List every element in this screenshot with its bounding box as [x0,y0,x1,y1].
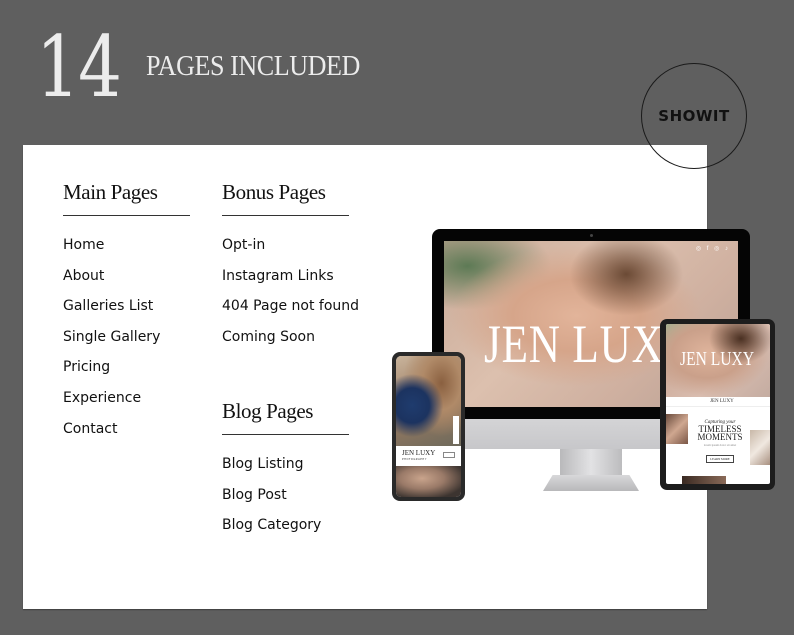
list-item: Pricing [63,359,111,376]
list-item: Galleries List [63,298,154,315]
tablet-mockup: JEN LUXY JEN LUXY Capturing your TIMELES… [660,319,775,490]
monitor-foot [543,475,639,491]
list-item: Coming Soon [222,328,315,345]
tablet-site-title: JEN LUXY [680,348,755,370]
page-count: 14 [36,18,122,116]
phone-logo: JEN LUXY [402,449,436,457]
blog-pages-column: Blog Pages Blog Listing Blog Post Blog C… [222,398,349,545]
tablet-caption-small: lorem ipsum dolor sit amet [703,443,737,447]
phone-hero-image [396,356,461,446]
blog-pages-heading: Blog Pages [222,398,349,435]
phone-menu-button [443,452,455,458]
tablet-logo: JEN LUXY [710,399,734,404]
phone-photo [396,466,461,497]
list-item: Instagram Links [222,267,334,284]
bonus-pages-heading: Bonus Pages [222,179,349,216]
bonus-pages-list: Opt-in Instagram Links 404 Page not foun… [222,234,359,356]
tablet-photo [666,414,688,444]
phone-screen: JEN LUXY PHOTOGRAPHY [396,356,461,497]
list-item: Blog Listing [222,456,304,472]
phone-logo-sub: PHOTOGRAPHY [402,458,427,461]
showit-badge: SHOWIT [641,63,747,169]
webcam-dot [590,234,593,237]
tablet-screen: JEN LUXY JEN LUXY Capturing your TIMELES… [666,324,770,484]
showit-badge-label: SHOWIT [658,107,730,125]
list-item: Single Gallery [63,328,161,345]
tablet-caption-button: LEARN MORE [706,455,734,463]
tablet-caption: Capturing your TIMELESS MOMENTS lorem ip… [690,420,750,465]
tablet-photo [682,476,726,484]
monitor-stand [560,449,622,479]
list-item: Blog Post [222,486,287,503]
tablet-caption-line2: MOMENTS [697,432,743,442]
phone-side-tab [453,416,459,444]
list-item: 404 Page not found [222,298,360,315]
blog-pages-list: Blog Listing Blog Post Blog Category [222,453,349,545]
page-title: PAGES INCLUDED [146,50,360,82]
main-pages-column: Main Pages Home About Galleries List Sin… [63,179,190,448]
list-item: Experience [63,389,142,406]
main-pages-list: Home About Galleries List Single Gallery… [63,234,190,448]
list-item: About [63,267,105,284]
list-item: Home [63,237,105,253]
list-item: Blog Category [222,517,322,534]
monitor-chin [432,419,660,449]
list-item: Opt-in [222,237,266,253]
phone-mockup: JEN LUXY PHOTOGRAPHY [392,352,465,501]
bonus-pages-column: Bonus Pages Opt-in Instagram Links 404 P… [222,179,359,356]
main-pages-heading: Main Pages [63,179,190,216]
social-icons: ◎ f ◎ ♪ [695,246,730,252]
tablet-photo [750,430,770,465]
list-item: Contact [63,420,118,437]
